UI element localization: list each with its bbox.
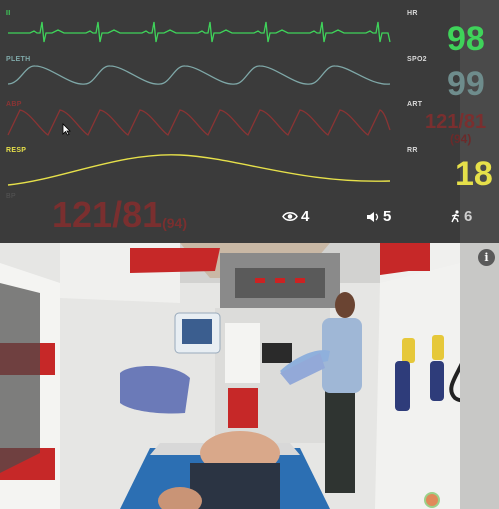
waveforms [7,21,391,186]
mouse-cursor-icon [62,123,71,136]
art-mean: (94) [450,132,472,146]
patient-monitor: II PLETH ABP RESP BP HR SPO2 ART RR 98 9… [0,0,499,243]
running-person-icon [451,210,460,223]
resp-waveform [7,154,391,186]
rr-label: RR [407,147,418,154]
ambulance-interior-illustration [0,243,499,509]
ecg-waveform [8,21,391,43]
art-value: 121/81 [425,111,487,133]
art-label: ART [407,101,423,108]
volume-count: 5 [383,208,392,225]
eye-icon [282,212,298,221]
spo2-label: SPO2 [407,56,427,63]
spo2-value: 99 [447,65,485,103]
rr-value: 18 [455,155,493,193]
hr-label: HR [407,10,418,17]
hr-value: 98 [447,20,485,58]
pleth-waveform [7,65,391,85]
viewers-count: 4 [301,208,310,225]
volume-counter[interactable]: 5 [366,208,391,225]
speaker-icon [367,211,379,222]
exertion-count: 6 [464,208,473,225]
viewers-counter[interactable]: 4 [282,208,309,225]
bp-value: 121/81(94) [52,195,187,235]
ambulance-scene[interactable] [0,243,499,509]
bp-mean: (94) [162,215,188,231]
bp-systolic-diastolic: 121/81 [52,194,163,235]
info-button[interactable]: i [478,249,495,266]
exertion-counter[interactable]: 6 [450,208,472,225]
